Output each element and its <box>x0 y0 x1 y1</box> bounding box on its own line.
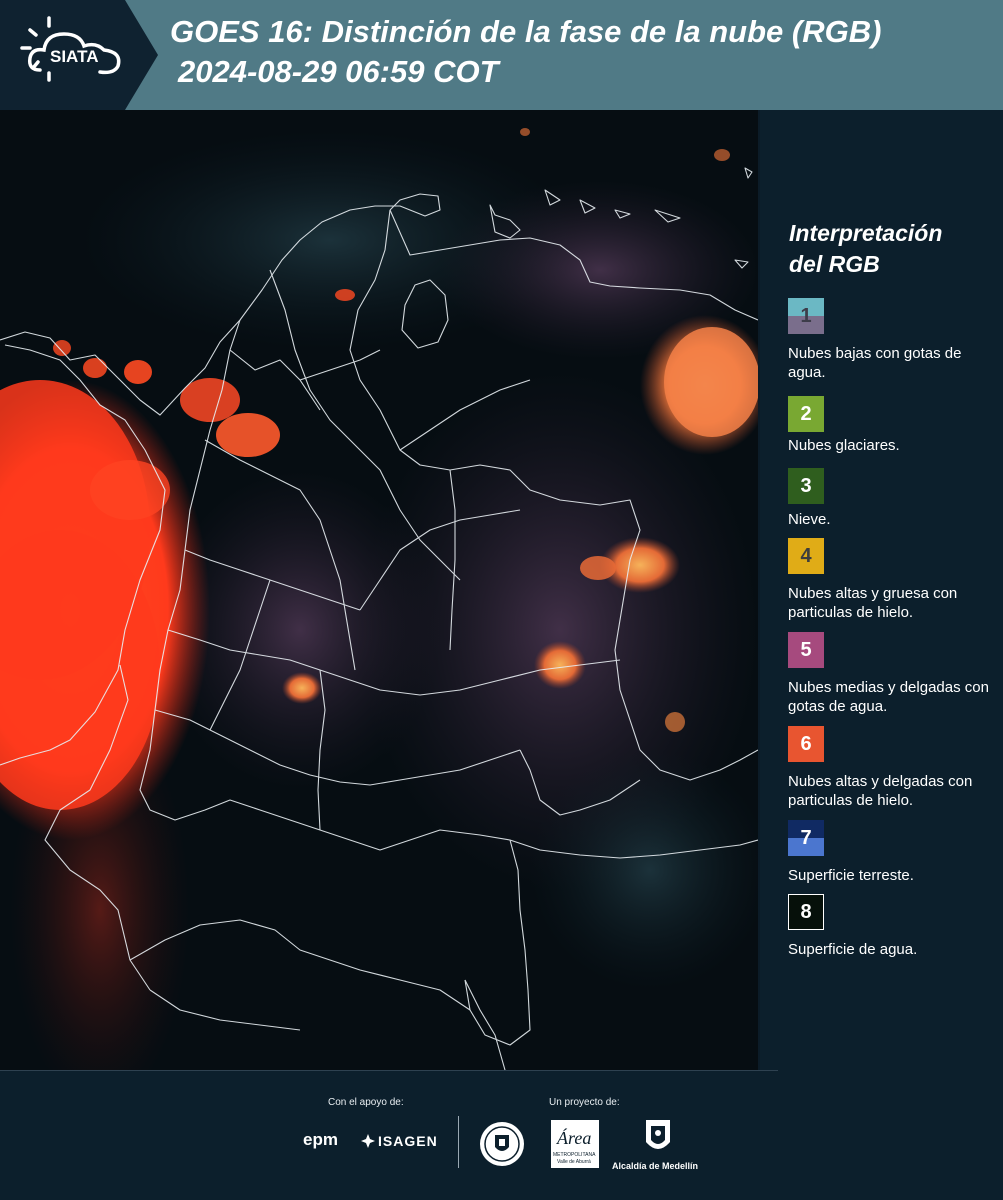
support-label: Con el apoyo de: <box>328 1097 404 1108</box>
project-label: Un proyecto de: <box>549 1097 620 1108</box>
siata-logo: SIATA <box>0 0 158 110</box>
legend-swatch-2: 2 <box>788 396 824 432</box>
legend-text-7: Superficie terreste. <box>788 867 914 884</box>
legend-swatch-5: 5 <box>788 632 824 668</box>
area-logo-sub2: Valle de Aburrá <box>557 1159 591 1165</box>
footer: Con el apoyo de: Un proyecto de: epm ISA… <box>0 1070 1003 1200</box>
legend-number-5: 5 <box>800 639 812 661</box>
legend-text-6: Nubes altas y delgadas con particulas de… <box>788 773 973 809</box>
legend-number-2: 2 <box>800 403 812 425</box>
epm-logo: epm <box>303 1130 338 1149</box>
siata-logo-text: SIATA <box>50 47 98 66</box>
legend-number-3: 3 <box>800 475 812 497</box>
legend-text-1: Nubes bajas con gotas de agua. <box>788 345 962 381</box>
legend-swatch-6: 6 <box>788 726 824 762</box>
legend-text-8: Superficie de agua. <box>788 941 918 958</box>
isagen-icon <box>361 1134 375 1148</box>
area-metropolitana-logo: Área METROPOLITANA Valle de Aburrá <box>551 1120 599 1168</box>
legend-panel: Interpretación del RGB 1 Nubes bajas con… <box>760 110 1003 1070</box>
legend-swatch-7: 7 <box>788 820 824 856</box>
header: SIATA GOES 16: Distinción de la fase de … <box>0 0 1003 110</box>
legend-text-4: Nubes altas y gruesa con particulas de h… <box>788 585 958 621</box>
legend-swatch-1: 1 <box>788 298 824 334</box>
page-title: GOES 16: Distinción de la fase de la nub… <box>170 14 882 49</box>
legend-title-line2: del RGB <box>789 251 880 277</box>
alcaldia-shield-icon <box>646 1120 670 1149</box>
university-seal-icon <box>480 1122 524 1166</box>
footer-separator <box>458 1116 459 1168</box>
legend-swatch-3: 3 <box>788 468 824 504</box>
legend-swatch-8: 8 <box>788 894 824 930</box>
area-logo-text: Área <box>557 1128 592 1148</box>
legend-number-4: 4 <box>800 545 812 567</box>
legend-text-3: Nieve. <box>788 511 831 528</box>
legend-swatch-4: 4 <box>788 538 824 574</box>
satellite-image <box>0 110 758 1070</box>
area-logo-sub1: METROPOLITANA <box>553 1152 596 1158</box>
legend-number-8: 8 <box>800 901 812 923</box>
legend-text-5: Nubes medias y delgadas con gotas de agu… <box>788 679 989 715</box>
legend-number-7: 7 <box>800 827 812 849</box>
legend-title-line1: Interpretación <box>789 220 943 246</box>
footer-divider <box>0 1070 778 1071</box>
isagen-logo: ISAGEN <box>378 1133 438 1149</box>
legend-text-2: Nubes glaciares. <box>788 437 900 454</box>
legend-number-1: 1 <box>800 305 812 327</box>
legend-number-6: 6 <box>800 733 812 755</box>
page-subtitle-datetime: 2024-08-29 06:59 COT <box>178 54 499 89</box>
legend-title: Interpretación del RGB <box>789 218 989 280</box>
satellite-map <box>0 110 758 1070</box>
alcaldia-logo: Alcaldía de Medellín <box>612 1161 699 1171</box>
